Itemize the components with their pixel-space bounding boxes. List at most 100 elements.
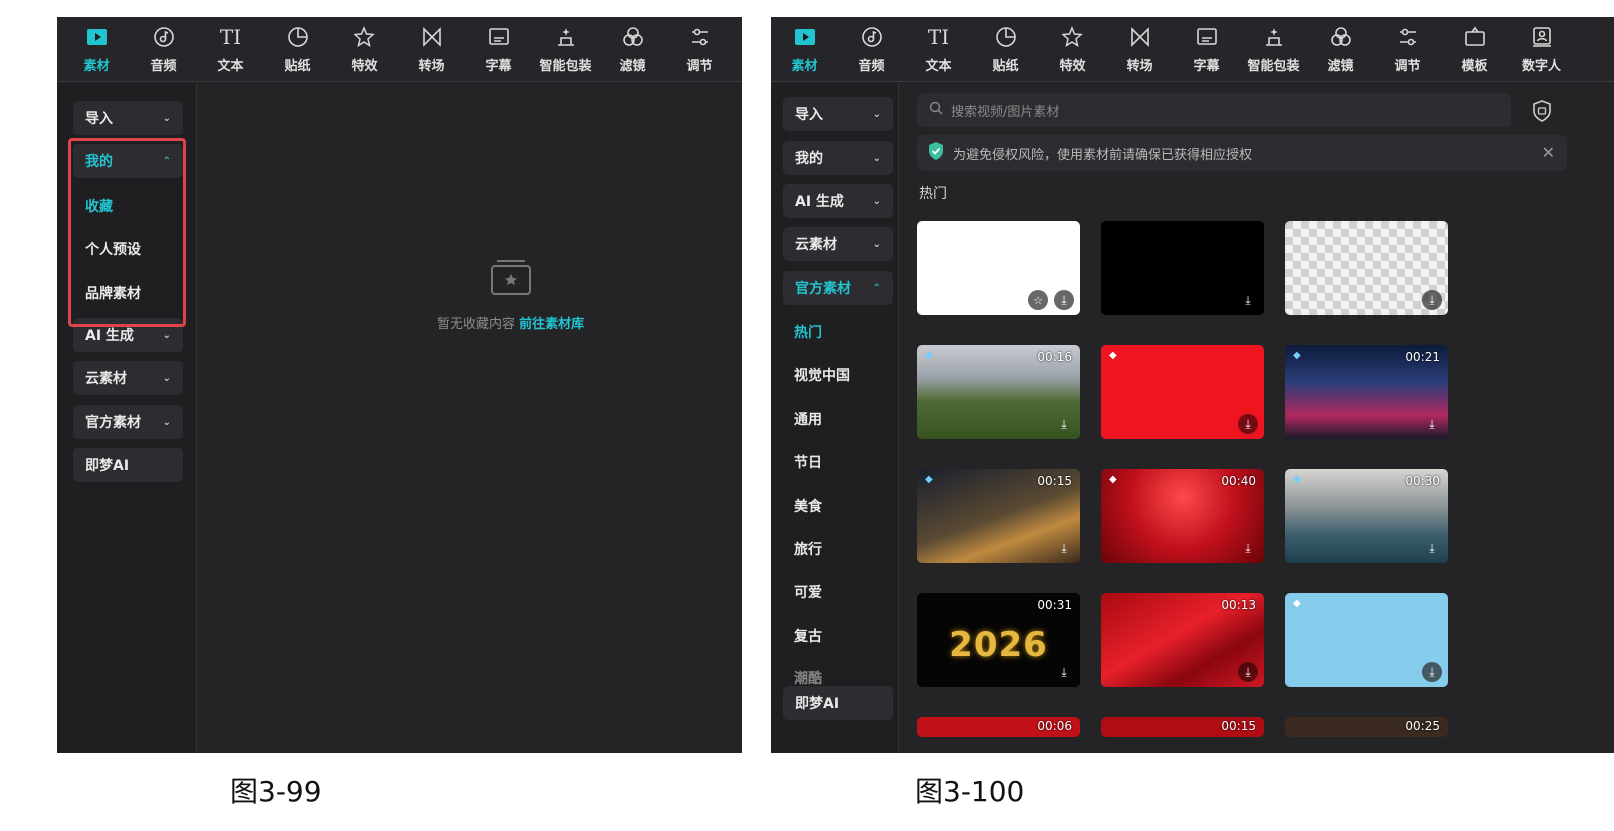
- media-card[interactable]: ⤓: [1101, 221, 1264, 315]
- shield-check-icon: [927, 141, 945, 165]
- tab-adjust[interactable]: 调节: [1374, 17, 1441, 82]
- sidebar-mine[interactable]: 我的 ⌄: [783, 141, 893, 175]
- copyright-filter-icon[interactable]: [1531, 99, 1555, 123]
- duration-label: 00:25: [1405, 719, 1440, 733]
- tab-transition[interactable]: 转场: [1106, 17, 1173, 82]
- download-icon[interactable]: ⤓: [1238, 538, 1258, 558]
- tab-audio[interactable]: 音频: [838, 17, 905, 82]
- download-icon[interactable]: ⤓: [1422, 538, 1442, 558]
- sidebar-jimeng[interactable]: 即梦AI: [73, 448, 183, 482]
- sidebar-official[interactable]: 官方素材 ⌄: [73, 405, 183, 439]
- tab-subtitle[interactable]: 字幕: [465, 17, 532, 82]
- tab-template[interactable]: 模板: [1441, 17, 1508, 82]
- tab-adjust[interactable]: 调节: [666, 17, 733, 82]
- sidebar-item-cute[interactable]: 可爱: [794, 582, 822, 602]
- sidebar-import[interactable]: 导入 ⌄: [783, 97, 893, 131]
- tab-sticker[interactable]: 贴纸: [264, 17, 331, 82]
- tab-effects[interactable]: 特效: [331, 17, 398, 82]
- sidebar-jimeng[interactable]: 即梦AI: [783, 686, 893, 720]
- download-icon[interactable]: ⤓: [1054, 414, 1074, 434]
- sidebar-item-hot[interactable]: 热门: [794, 322, 822, 342]
- favorite-icon[interactable]: ☆: [1028, 290, 1048, 310]
- search-input[interactable]: 搜索视频/图片素材: [917, 93, 1511, 127]
- download-icon[interactable]: ⤓: [1238, 290, 1258, 310]
- download-icon[interactable]: ⤓: [1422, 290, 1442, 310]
- tab-subtitle[interactable]: 字幕: [1173, 17, 1240, 82]
- sidebar-cloud[interactable]: 云素材 ⌄: [73, 361, 183, 395]
- duration-label: 00:21: [1405, 350, 1440, 364]
- tab-filter[interactable]: 滤镜: [1307, 17, 1374, 82]
- smart-pack-icon: [554, 25, 578, 49]
- goto-library-link[interactable]: 前往素材库: [519, 317, 584, 332]
- tab-sticker[interactable]: 贴纸: [972, 17, 1039, 82]
- duration-label: 00:15: [1037, 474, 1072, 488]
- media-card[interactable]: ◆ ⤓: [1285, 593, 1448, 687]
- media-card[interactable]: 00:13 ⤓: [1101, 593, 1264, 687]
- tab-media-label: 素材: [83, 59, 110, 74]
- media-card[interactable]: ◆ 00:30 ⤓: [1285, 469, 1448, 563]
- sidebar-import-label: 导入: [85, 111, 113, 127]
- sidebar-cloud[interactable]: 云素材 ⌄: [783, 227, 893, 261]
- sidebar-ai-generate[interactable]: AI 生成 ⌄: [783, 184, 893, 218]
- media-card[interactable]: 00:06: [917, 717, 1080, 737]
- sidebar-item-food[interactable]: 美食: [794, 496, 822, 516]
- media-card[interactable]: ☆ ⤓: [917, 221, 1080, 315]
- media-card[interactable]: ◆ ⤓: [1101, 345, 1264, 439]
- sidebar-item-travel[interactable]: 旅行: [794, 539, 822, 559]
- tab-filter-label: 滤镜: [619, 59, 646, 74]
- download-icon[interactable]: ⤓: [1422, 662, 1442, 682]
- download-icon[interactable]: ⤓: [1054, 538, 1074, 558]
- template-icon: [1463, 25, 1487, 49]
- sidebar-import-label: 导入: [795, 107, 823, 123]
- media-card[interactable]: 00:31 2026 ⤓: [917, 593, 1080, 687]
- sidebar-ai-label: AI 生成: [85, 328, 134, 344]
- star-effect-icon: [353, 25, 377, 49]
- sticker-icon: [286, 25, 310, 49]
- tab-smart-pack[interactable]: 智能包装: [532, 17, 599, 82]
- tab-audio-label: 音频: [858, 59, 885, 74]
- filter-icon: [1329, 25, 1353, 49]
- sidebar-import[interactable]: 导入 ⌄: [73, 101, 183, 135]
- media-card[interactable]: 00:15: [1101, 717, 1264, 737]
- transition-icon: [420, 25, 444, 49]
- diamond-icon: ◆: [1293, 474, 1301, 485]
- sidebar-item-cool[interactable]: 潮酷: [794, 668, 822, 688]
- media-card[interactable]: 00:25: [1285, 717, 1448, 737]
- notice-text: 为避免侵权风险，使用素材前请确保已获得相应授权: [953, 147, 1253, 163]
- download-icon[interactable]: ⤓: [1054, 290, 1074, 310]
- sidebar-item-visual-china[interactable]: 视觉中国: [794, 365, 850, 385]
- media-card[interactable]: ◆ 00:15 ⤓: [917, 469, 1080, 563]
- tab-text[interactable]: TI 文本: [905, 17, 972, 82]
- sidebar-item-festival[interactable]: 节日: [794, 452, 822, 472]
- media-card[interactable]: ⤓: [1285, 221, 1448, 315]
- smart-pack-icon: [1262, 25, 1286, 49]
- close-icon[interactable]: ✕: [1542, 143, 1555, 162]
- tab-media[interactable]: 素材: [63, 17, 130, 82]
- sidebar-item-retro[interactable]: 复古: [794, 626, 822, 646]
- diamond-icon: ◆: [925, 474, 933, 485]
- tab-smart-pack[interactable]: 智能包装: [1240, 17, 1307, 82]
- tab-filter[interactable]: 滤镜: [599, 17, 666, 82]
- tab-sticker-label: 贴纸: [992, 59, 1019, 74]
- download-icon[interactable]: ⤓: [1054, 662, 1074, 682]
- media-card[interactable]: ◆ 00:16 ⤓: [917, 345, 1080, 439]
- empty-folder-icon: [489, 257, 533, 297]
- tab-effects-label: 特效: [351, 59, 378, 74]
- tab-text[interactable]: TI 文本: [197, 17, 264, 82]
- media-card[interactable]: ◆ 00:40 ⤓: [1101, 469, 1264, 563]
- diamond-icon: ◆: [1293, 350, 1301, 361]
- download-icon[interactable]: ⤓: [1422, 414, 1442, 434]
- download-icon[interactable]: ⤓: [1238, 414, 1258, 434]
- tab-adjust-label: 调节: [686, 59, 713, 74]
- text-ti-icon: TI: [219, 25, 242, 49]
- tab-transition[interactable]: 转场: [398, 17, 465, 82]
- tab-media[interactable]: 素材: [771, 17, 838, 82]
- tab-template-label: 模板: [1461, 59, 1488, 74]
- tab-digital-human[interactable]: 数字人: [1508, 17, 1575, 82]
- sidebar-item-general[interactable]: 通用: [794, 409, 822, 429]
- sidebar-official[interactable]: 官方素材 ⌃: [783, 271, 893, 305]
- tab-audio[interactable]: 音频: [130, 17, 197, 82]
- download-icon[interactable]: ⤓: [1238, 662, 1258, 682]
- media-card[interactable]: ◆ 00:21 ⤓: [1285, 345, 1448, 439]
- tab-effects[interactable]: 特效: [1039, 17, 1106, 82]
